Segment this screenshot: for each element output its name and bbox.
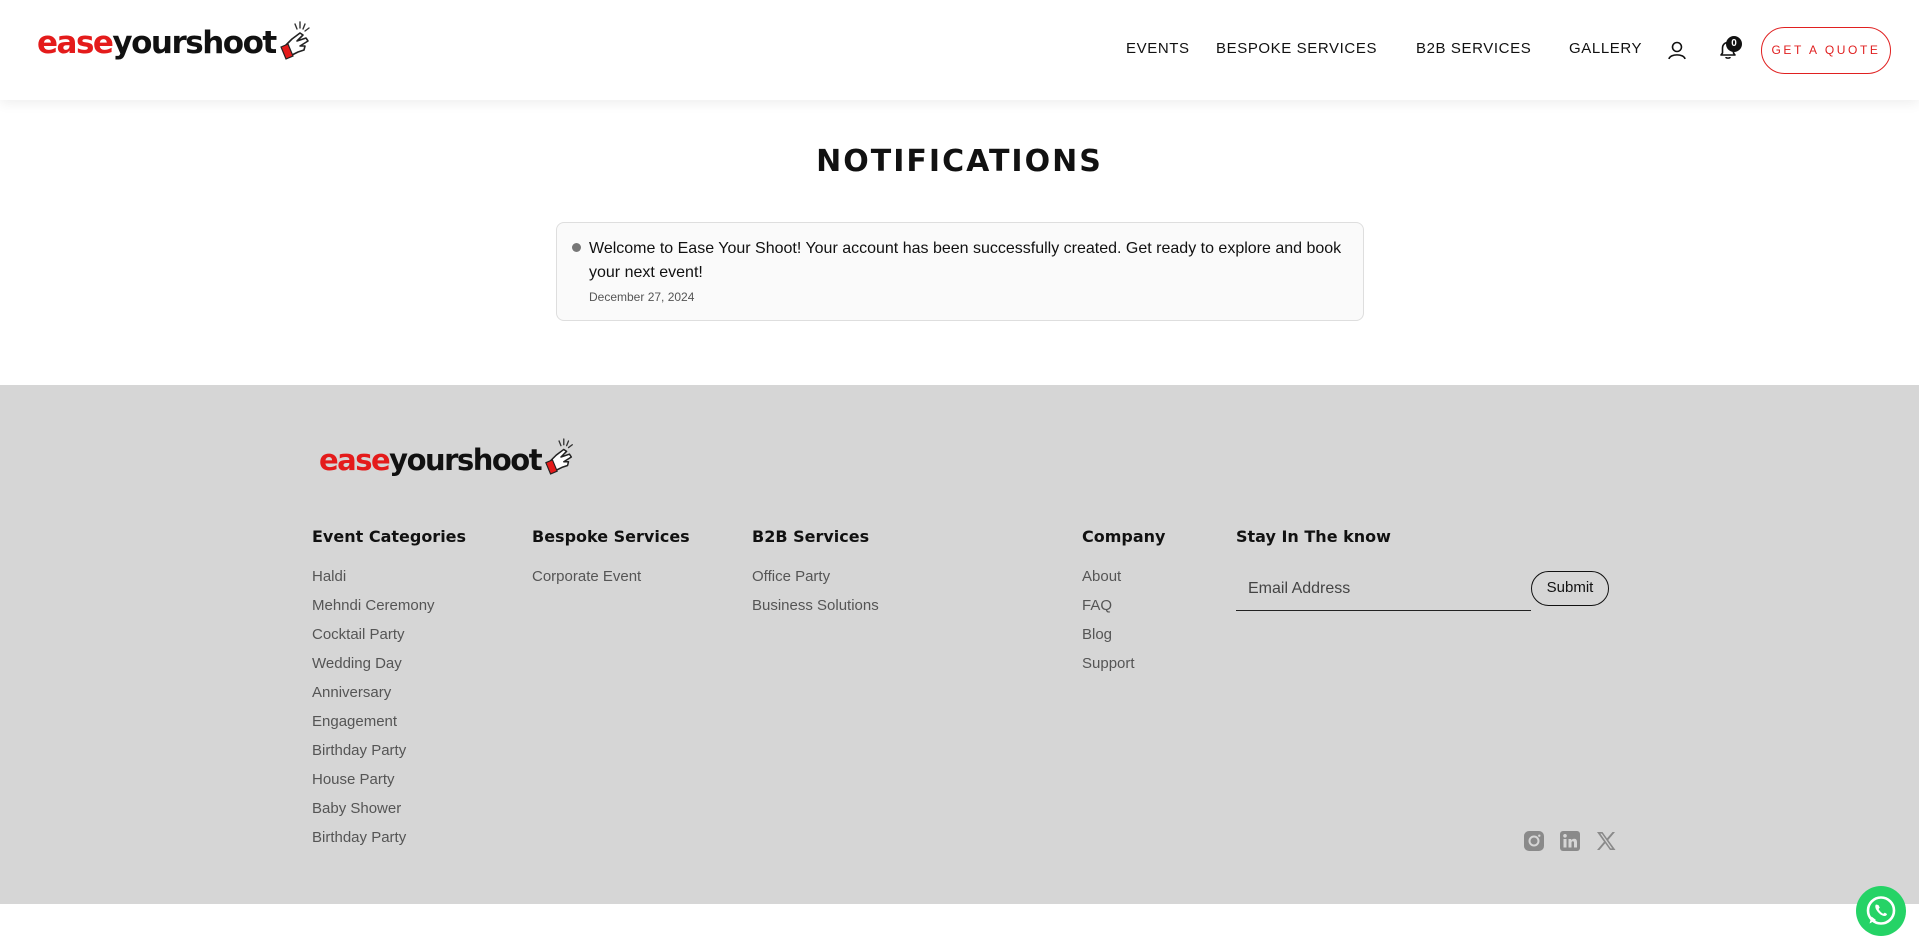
footer-link-about[interactable]: About — [1082, 568, 1121, 585]
email-field[interactable] — [1236, 568, 1531, 611]
whatsapp-icon[interactable] — [1856, 886, 1906, 936]
footer-link-birthday-party-2[interactable]: Birthday Party — [312, 829, 406, 846]
nav-gallery[interactable]: GALLERY — [1569, 40, 1642, 57]
notification-message: Welcome to Ease Your Shoot! Your account… — [589, 240, 1342, 281]
footer-heading-event-categories: Event Categories — [312, 527, 467, 546]
logo-text-ease: ease — [319, 443, 391, 477]
footer-heading-newsletter: Stay In The know — [1236, 527, 1391, 546]
footer-heading-b2b-services: B2B Services — [752, 527, 870, 546]
page-title: NOTIFICATIONS — [816, 144, 1103, 179]
notification-card[interactable]: Welcome to Ease Your Shoot! Your account… — [556, 222, 1364, 321]
footer-link-faq[interactable]: FAQ — [1082, 597, 1112, 614]
footer-link-haldi[interactable]: Haldi — [312, 568, 346, 585]
get-a-quote-button[interactable]: GET A QUOTE — [1761, 27, 1891, 74]
linkedin-icon[interactable] — [1559, 830, 1581, 852]
logo-text-ease: ease — [37, 25, 114, 61]
pointing-hand-icon — [278, 19, 314, 68]
footer-link-business-solutions[interactable]: Business Solutions — [752, 597, 879, 614]
user-icon[interactable] — [1667, 40, 1687, 65]
footer-link-birthday-party[interactable]: Birthday Party — [312, 742, 406, 759]
newsletter-submit-button[interactable]: Submit — [1531, 571, 1609, 606]
notification-date: December 27, 2024 — [589, 290, 695, 304]
site-footer: ease yourshoot Event Categories Haldi Meh… — [0, 385, 1919, 904]
logo-text-yourshoot: yourshoot — [389, 443, 542, 477]
footer-link-baby-shower[interactable]: Baby Shower — [312, 800, 401, 817]
nav-bespoke-services[interactable]: BESPOKE SERVICES — [1216, 40, 1377, 57]
footer-link-anniversary[interactable]: Anniversary — [312, 684, 391, 701]
footer-link-house-party[interactable]: House Party — [312, 771, 395, 788]
pointing-hand-icon — [543, 436, 577, 483]
footer-link-blog[interactable]: Blog — [1082, 626, 1112, 643]
logo-text-yourshoot: yourshoot — [112, 25, 277, 61]
notification-count-badge: 0 — [1726, 36, 1742, 52]
footer-link-office-party[interactable]: Office Party — [752, 568, 830, 585]
footer-link-wedding-day[interactable]: Wedding Day — [312, 655, 402, 672]
header-logo[interactable]: ease yourshoot — [37, 18, 314, 68]
nav-b2b-services[interactable]: B2B SERVICES — [1416, 40, 1531, 57]
footer-heading-bespoke-services: Bespoke Services — [532, 527, 690, 546]
nav-events[interactable]: EVENTS — [1126, 40, 1190, 57]
footer-link-cocktail-party[interactable]: Cocktail Party — [312, 626, 405, 643]
x-icon[interactable] — [1595, 830, 1617, 852]
footer-link-corporate-event[interactable]: Corporate Event — [532, 568, 641, 585]
footer-heading-company: Company — [1082, 527, 1166, 546]
instagram-icon[interactable] — [1523, 830, 1545, 852]
site-header: ease yourshoot EVENTS BESPOKE SERVICES B2… — [0, 0, 1919, 100]
unread-dot-icon — [572, 243, 581, 252]
footer-link-engagement[interactable]: Engagement — [312, 713, 397, 730]
footer-link-support[interactable]: Support — [1082, 655, 1135, 672]
footer-link-mehndi-ceremony[interactable]: Mehndi Ceremony — [312, 597, 435, 614]
footer-logo[interactable]: ease yourshoot — [319, 437, 577, 483]
